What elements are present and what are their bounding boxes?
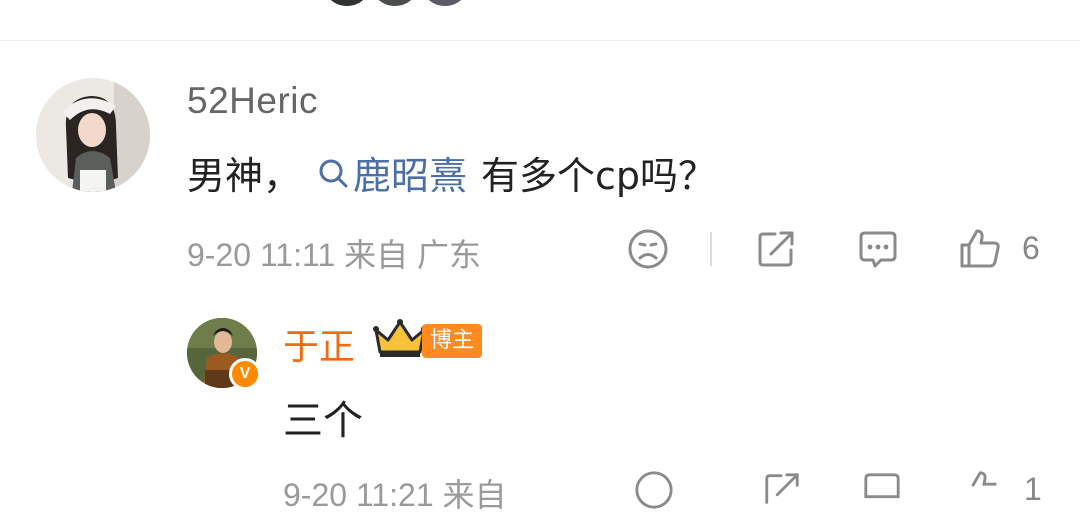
- topic-link[interactable]: 鹿昭熹: [317, 145, 467, 200]
- dislike-button[interactable]: [634, 470, 674, 510]
- comment-text: 男神， 鹿昭熹 有多个cp吗？: [187, 145, 716, 200]
- avatar: [420, 0, 470, 6]
- badge-label: 博主: [422, 324, 483, 358]
- like-count: 1: [1024, 470, 1042, 507]
- reply-meta: 9-20 11:21 来自: [283, 477, 507, 513]
- like-button[interactable]: 6: [958, 226, 1040, 270]
- avatar: [322, 0, 372, 6]
- comment-icon: [859, 231, 897, 268]
- share-button[interactable]: [762, 470, 802, 510]
- sad-face-icon: [628, 229, 668, 269]
- comment-text-before: 男神，: [187, 154, 302, 198]
- crown-icon: [373, 319, 427, 357]
- comment-button[interactable]: [857, 228, 899, 270]
- dislike-button[interactable]: [627, 228, 669, 270]
- search-icon: [319, 159, 348, 187]
- reply-username[interactable]: 于正: [283, 318, 355, 370]
- avatar[interactable]: V: [187, 318, 261, 390]
- sad-face-icon: [635, 471, 673, 509]
- comment-button[interactable]: [862, 470, 902, 510]
- author-badge: 博主: [372, 318, 483, 358]
- verified-v-icon: V: [229, 358, 261, 390]
- topic-label: 鹿昭熹: [353, 154, 468, 198]
- avatar: [370, 0, 420, 6]
- share-icon: [758, 231, 794, 267]
- comment-text-after: 有多个cp吗？: [481, 154, 717, 198]
- thumbs-up-icon: [971, 471, 997, 487]
- like-button[interactable]: 1: [962, 468, 1042, 510]
- comment-icon: [864, 473, 900, 499]
- share-button[interactable]: [755, 228, 797, 270]
- divider: [0, 40, 1080, 41]
- thumbs-up-icon: [960, 229, 1000, 268]
- comment-username[interactable]: 52Heric: [187, 80, 318, 122]
- like-count: 6: [1022, 229, 1040, 266]
- reply-text: 三个: [283, 398, 363, 444]
- comment-meta: 9-20 11:11 来自 广东: [187, 237, 482, 273]
- share-icon: [765, 473, 799, 504]
- avatar[interactable]: [36, 78, 150, 192]
- divider: [710, 232, 712, 266]
